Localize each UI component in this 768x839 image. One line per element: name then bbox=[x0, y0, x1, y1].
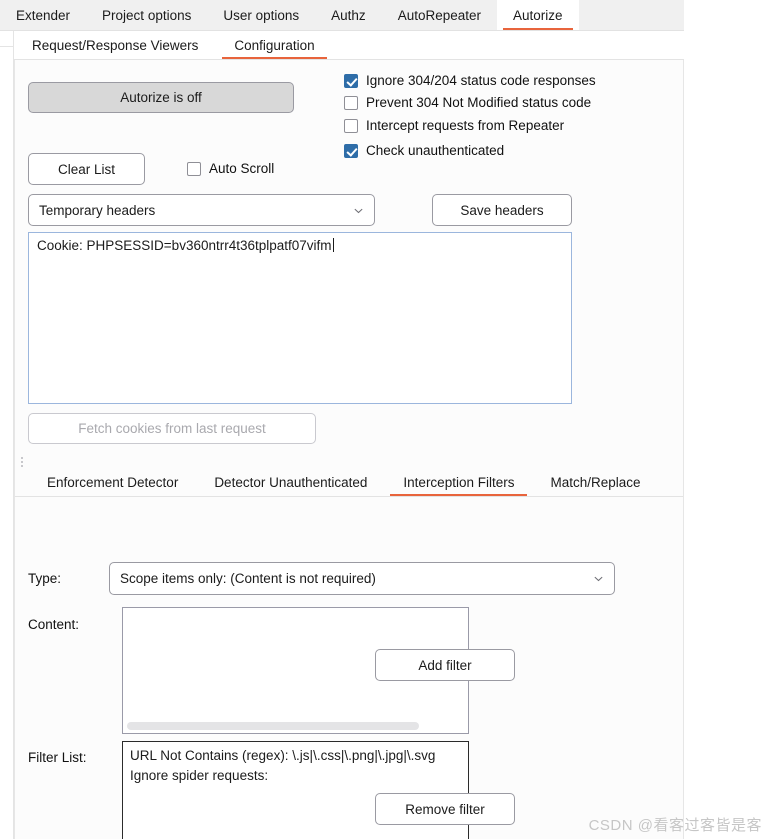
burp-suite-window: Extender Project options User options Au… bbox=[0, 0, 768, 839]
content-label: Content: bbox=[28, 617, 80, 632]
toplevel-tab-label: Project options bbox=[102, 7, 192, 23]
add-filter-label: Add filter bbox=[418, 657, 472, 673]
toplevel-tab-autorepeater[interactable]: AutoRepeater bbox=[382, 0, 497, 30]
fetch-cookies-label: Fetch cookies from last request bbox=[78, 421, 266, 436]
list-item[interactable]: URL Not Contains (regex): \.js|\.css|\.p… bbox=[123, 742, 468, 766]
ignore-304-204-label: Ignore 304/204 status code responses bbox=[366, 73, 596, 88]
autorize-toggle-label: Autorize is off bbox=[120, 90, 202, 105]
toplevel-tab-user-options[interactable]: User options bbox=[207, 0, 315, 30]
toplevel-tab-label: AutoRepeater bbox=[397, 7, 481, 23]
save-headers-button[interactable]: Save headers bbox=[432, 194, 572, 226]
list-item[interactable]: Ignore spider requests: bbox=[123, 766, 468, 786]
headers-textarea[interactable]: Cookie: PHPSESSID=bv360ntrr4t36tplpatf07… bbox=[28, 232, 572, 404]
sub-tab-configuration[interactable]: Configuration bbox=[216, 31, 332, 59]
upper-settings-pane: Autorize is off Clear List Auto Scroll I… bbox=[15, 60, 683, 456]
check-unauthenticated-label: Check unauthenticated bbox=[366, 143, 505, 158]
toplevel-tab-label: Extender bbox=[16, 7, 71, 23]
auto-scroll-label: Auto Scroll bbox=[209, 161, 275, 176]
add-filter-button[interactable]: Add filter bbox=[375, 649, 515, 681]
intercept-repeater-checkbox[interactable]: Intercept requests from Repeater bbox=[344, 118, 564, 133]
left-rail bbox=[0, 31, 14, 839]
toplevel-tab-label: Authz bbox=[331, 7, 366, 23]
fetch-cookies-button[interactable]: Fetch cookies from last request bbox=[28, 413, 316, 444]
chevron-down-icon bbox=[593, 573, 604, 584]
sub-tab-request-response-viewers[interactable]: Request/Response Viewers bbox=[14, 31, 216, 59]
headers-mode-value: Temporary headers bbox=[39, 202, 156, 218]
clear-list-label: Clear List bbox=[57, 161, 116, 177]
ignore-304-204-checkbox[interactable]: Ignore 304/204 status code responses bbox=[344, 73, 596, 88]
auto-scroll-checkbox[interactable]: Auto Scroll bbox=[187, 161, 274, 176]
watermark: CSDN @看客过客皆是客 bbox=[588, 817, 762, 834]
headers-mode-select[interactable]: Temporary headers bbox=[28, 194, 375, 226]
pane-splitter[interactable] bbox=[15, 456, 683, 468]
checkbox-box-icon bbox=[187, 161, 201, 176]
toplevel-tab-label: User options bbox=[223, 7, 300, 23]
interception-filters-pane: Type: Scope items only: (Content is not … bbox=[15, 497, 683, 839]
sub-tab-label: Configuration bbox=[234, 37, 315, 53]
checkbox-check-icon bbox=[344, 73, 358, 88]
content-horizontal-scrollbar[interactable] bbox=[127, 722, 419, 730]
filter-type-value: Scope items only: (Content is not requir… bbox=[120, 571, 376, 586]
toplevel-tab-autorize[interactable]: Autorize bbox=[497, 0, 579, 30]
checkbox-box-icon bbox=[344, 118, 358, 133]
toplevel-tab-label: Autorize bbox=[513, 7, 563, 23]
intercept-repeater-label: Intercept requests from Repeater bbox=[366, 118, 565, 133]
left-rail-divider bbox=[0, 31, 14, 47]
remove-filter-label: Remove filter bbox=[405, 801, 485, 817]
clear-list-button[interactable]: Clear List bbox=[28, 153, 145, 185]
toplevel-tabbar: Extender Project options User options Au… bbox=[0, 0, 684, 31]
lower-tab-match-replace[interactable]: Match/Replace bbox=[532, 468, 658, 496]
lower-tabbar: Enforcement Detector Detector Unauthenti… bbox=[15, 468, 683, 497]
toplevel-tab-authz[interactable]: Authz bbox=[315, 0, 382, 30]
lower-tab-label: Enforcement Detector bbox=[47, 474, 179, 490]
autorize-toggle-button[interactable]: Autorize is off bbox=[28, 82, 294, 113]
chevron-down-icon bbox=[353, 205, 364, 216]
filter-list-label: Filter List: bbox=[28, 750, 87, 765]
lower-tab-label: Detector Unauthenticated bbox=[214, 474, 368, 490]
lower-tab-detector-unauthenticated[interactable]: Detector Unauthenticated bbox=[196, 468, 385, 496]
toplevel-tab-project-options[interactable]: Project options bbox=[86, 0, 207, 30]
toplevel-tab-extender[interactable]: Extender bbox=[0, 0, 86, 30]
sub-tab-label: Request/Response Viewers bbox=[32, 37, 199, 53]
prevent-304-checkbox[interactable]: Prevent 304 Not Modified status code bbox=[344, 95, 591, 110]
headers-text-value: Cookie: PHPSESSID=bv360ntrr4t36tplpatf07… bbox=[37, 238, 332, 253]
remove-filter-button[interactable]: Remove filter bbox=[375, 793, 515, 825]
checkbox-check-icon bbox=[344, 143, 358, 158]
type-label: Type: bbox=[28, 571, 62, 586]
check-unauthenticated-checkbox[interactable]: Check unauthenticated bbox=[344, 143, 504, 158]
lower-tab-label: Interception Filters bbox=[403, 474, 515, 490]
headers-text-line: Cookie: PHPSESSID=bv360ntrr4t36tplpatf07… bbox=[29, 233, 571, 255]
save-headers-label: Save headers bbox=[460, 202, 544, 218]
checkbox-box-icon bbox=[344, 95, 358, 110]
splitter-grip-icon bbox=[21, 457, 24, 468]
prevent-304-label: Prevent 304 Not Modified status code bbox=[366, 95, 592, 110]
text-caret bbox=[332, 238, 334, 252]
lower-tab-interception-filters[interactable]: Interception Filters bbox=[385, 468, 532, 496]
configuration-panel: Autorize is off Clear List Auto Scroll I… bbox=[14, 60, 684, 839]
lower-tab-label: Match/Replace bbox=[550, 474, 641, 490]
filter-type-select[interactable]: Scope items only: (Content is not requir… bbox=[109, 562, 615, 595]
sub-tabbar: Request/Response Viewers Configuration bbox=[14, 31, 684, 60]
lower-tab-enforcement-detector[interactable]: Enforcement Detector bbox=[29, 468, 196, 496]
